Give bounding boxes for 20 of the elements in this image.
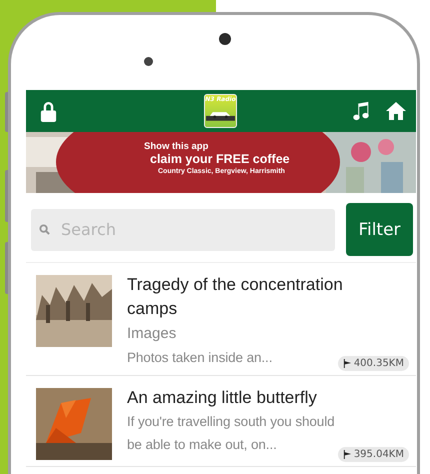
item-category: Images — [127, 324, 176, 344]
item-snippet: If you're travelling south you should be able to make out, on... — [127, 413, 336, 454]
item-title: An amazing little butterfly — [127, 387, 317, 409]
flag-icon — [342, 450, 352, 459]
item-title: Tragedy of the concentration camps — [127, 274, 344, 320]
search-icon — [39, 224, 50, 235]
distance-badge: 395.04KM — [338, 447, 409, 462]
filter-button[interactable]: Filter — [346, 203, 413, 256]
music-note-icon[interactable] — [351, 101, 371, 121]
flag-icon — [342, 359, 352, 368]
item-snippet: Photos taken inside an... — [127, 349, 272, 367]
distance-badge: 400.35KM — [338, 356, 409, 371]
camera-icon — [144, 57, 153, 66]
lock-icon[interactable] — [39, 100, 58, 122]
speaker-icon — [219, 33, 231, 45]
banner-offer: claim your FREE coffee — [150, 152, 290, 166]
banner-headline: Show this app — [144, 141, 210, 152]
home-icon[interactable] — [386, 101, 406, 121]
list-item[interactable]: Tragedy of the concentration camps Images Photos taken inside an... 400.35KM — [26, 263, 416, 376]
list-item[interactable]: An amazing little butterfly If you're travelling south you should be able to make out, on... 395.04KM — [26, 376, 416, 467]
